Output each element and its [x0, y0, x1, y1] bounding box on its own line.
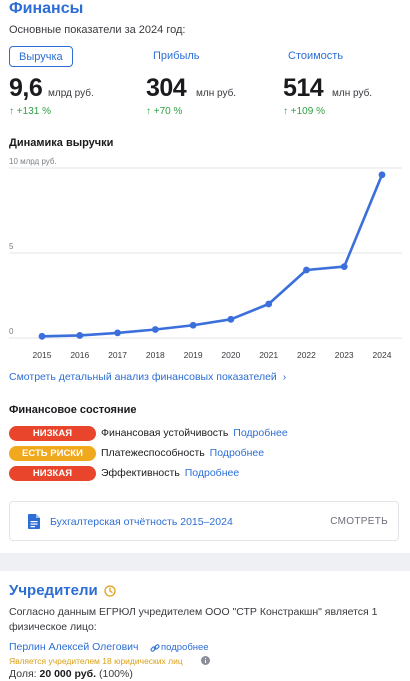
link-icon — [150, 644, 160, 652]
chart-title: Динамика выручки — [9, 137, 114, 149]
revenue-value: 9,6 — [9, 74, 43, 102]
clock-icon[interactable] — [104, 585, 116, 597]
status-badge: НИЗКАЯ — [9, 426, 96, 441]
info-icon[interactable] — [201, 656, 210, 665]
tab-revenue[interactable]: Выручка — [9, 46, 73, 67]
founders-card: Учредители Согласно данным ЕГРЮЛ учредит… — [0, 571, 410, 681]
founder-name-link[interactable]: Перлин Алексей Олегович — [9, 641, 139, 653]
share-percent: (100%) — [98, 668, 133, 680]
x-tick-label: 2024 — [373, 350, 392, 360]
state-name: Эффективность — [101, 467, 180, 479]
founders-title: Учредители — [9, 582, 98, 599]
profit-value: 304 — [146, 74, 187, 102]
finances-subtitle: Основные показатели за 2024 год: — [9, 24, 186, 36]
share-value: 20 000 руб. — [39, 668, 97, 680]
founder-more-link[interactable]: подробнее — [161, 642, 209, 653]
data-point — [189, 321, 197, 329]
finances-card: Финансы Основные показатели за 2024 год:… — [0, 0, 410, 553]
cost-growth: ↑ +109 % — [283, 106, 325, 117]
state-label: Финансовая устойчивость Подробнее — [101, 427, 288, 439]
x-tick-label: 2019 — [184, 350, 203, 360]
data-point — [265, 300, 273, 308]
y-tick-label: 0 — [9, 327, 14, 336]
share-label: Доля: — [9, 668, 37, 680]
view-report-button[interactable]: СМОТРЕТЬ — [330, 516, 388, 527]
chevron-right-icon: › — [282, 371, 287, 383]
founders-description: Согласно данным ЕГРЮЛ учредителем ООО "С… — [9, 606, 378, 633]
x-tick-label: 2020 — [221, 350, 240, 360]
state-label: Эффективность Подробнее — [101, 467, 239, 479]
financial-state-title: Финансовое состояние — [9, 404, 137, 416]
finances-title: Финансы — [9, 0, 84, 17]
x-tick-label: 2015 — [33, 350, 52, 360]
status-badge: ЕСТЬ РИСКИ — [9, 446, 96, 461]
data-point — [151, 326, 159, 333]
y-tick-label: 5 — [9, 242, 14, 251]
data-point — [114, 329, 121, 337]
series-line — [40, 173, 384, 338]
data-point — [76, 332, 84, 339]
tab-profit[interactable]: Прибыль — [153, 46, 200, 67]
profit-growth: ↑ +70 % — [146, 106, 183, 117]
state-name: Финансовая устойчивость — [101, 427, 229, 439]
x-tick-label: 2023 — [335, 350, 354, 360]
y-tick-label: 10 млрд руб. — [9, 157, 57, 166]
state-more-link[interactable]: Подробнее — [233, 427, 287, 439]
accounting-report-box[interactable]: Бухгалтерская отчётность 2015–2024 СМОТР… — [9, 501, 399, 541]
x-tick-label: 2022 — [297, 350, 316, 360]
tab-value[interactable]: Стоимость — [288, 46, 343, 67]
report-label: Бухгалтерская отчётность 2015–2024 — [50, 516, 233, 528]
revenue-growth: ↑ +131 % — [9, 106, 51, 117]
state-name: Платежеспособность — [101, 447, 205, 459]
founder-note: Является учредителем 18 юридических лиц — [9, 656, 183, 666]
data-point — [378, 171, 386, 179]
share-line: Доля: 20 000 руб. (100%) — [9, 668, 133, 680]
data-point — [340, 263, 348, 270]
data-point — [38, 332, 46, 340]
analysis-link-label: Смотреть детальный анализ финансовых пок… — [9, 371, 277, 383]
revenue-chart: 10 млрд руб. 5 0 2015 2016 2017 2018 2019 2020 20… — [9, 157, 402, 360]
x-tick-label: 2017 — [108, 350, 127, 360]
document-icon — [28, 514, 40, 529]
state-more-link[interactable]: Подробнее — [185, 467, 239, 479]
revenue-unit: млрд руб. — [48, 88, 94, 99]
cost-unit: млн руб. — [332, 88, 373, 99]
status-badge: НИЗКАЯ — [9, 466, 96, 481]
profit-unit: млн руб. — [196, 88, 237, 99]
x-tick-label: 2021 — [259, 350, 278, 360]
state-more-link[interactable]: Подробнее — [210, 447, 264, 459]
analysis-link[interactable]: Смотреть детальный анализ финансовых пок… — [9, 371, 286, 383]
data-point — [227, 315, 235, 323]
x-tick-label: 2016 — [70, 350, 89, 360]
x-tick-label: 2018 — [146, 350, 165, 360]
state-label: Платежеспособность Подробнее — [101, 447, 264, 459]
data-point — [303, 266, 310, 274]
cost-value: 514 — [283, 74, 324, 102]
